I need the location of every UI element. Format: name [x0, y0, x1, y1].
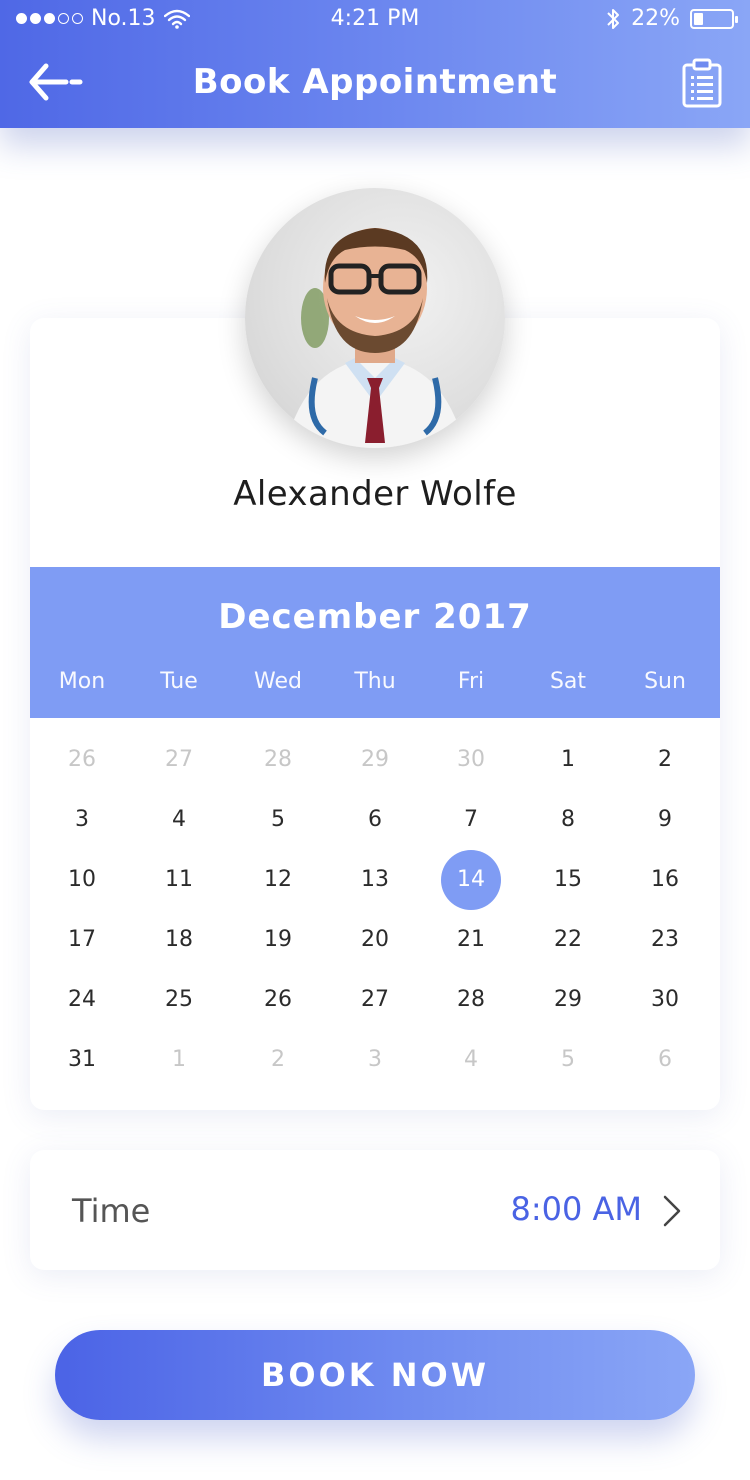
calendar-day[interactable]: 29 — [345, 730, 405, 790]
doctor-avatar — [245, 188, 505, 448]
doctor-photo-icon — [285, 228, 465, 448]
calendar-day[interactable]: 11 — [149, 850, 209, 910]
calendar-day[interactable]: 24 — [52, 970, 112, 1030]
weekday-label: Tue — [160, 669, 198, 694]
calendar-day[interactable]: 7 — [441, 790, 501, 850]
calendar-day[interactable]: 3 — [345, 1030, 405, 1090]
status-right: 22% — [605, 6, 738, 31]
time-selector[interactable]: Time 8:00 AM — [30, 1150, 720, 1270]
calendar-day[interactable]: 15 — [538, 850, 598, 910]
calendar-day[interactable]: 22 — [538, 910, 598, 970]
calendar-day[interactable]: 20 — [345, 910, 405, 970]
calendar-day[interactable]: 1 — [538, 730, 598, 790]
calendar-day[interactable]: 6 — [635, 1030, 695, 1090]
calendar-day[interactable]: 28 — [248, 730, 308, 790]
calendar-day[interactable]: 30 — [441, 730, 501, 790]
status-bar: No.13 4:21 PM 22% — [0, 0, 750, 40]
calendar-day[interactable]: 16 — [635, 850, 695, 910]
calendar-month[interactable]: December 2017 — [30, 597, 720, 637]
calendar-day[interactable]: 13 — [345, 850, 405, 910]
calendar-day[interactable]: 29 — [538, 970, 598, 1030]
app-header: No.13 4:21 PM 22% Book Appointment — [0, 0, 750, 128]
calendar-day[interactable]: 27 — [345, 970, 405, 1030]
calendar-header: December 2017 Mon Tue Wed Thu Fri Sat Sun — [30, 567, 720, 718]
weekday-label: Sat — [549, 669, 587, 694]
battery-percent: 22% — [631, 6, 680, 31]
calendar-day[interactable]: 3 — [52, 790, 112, 850]
calendar-day[interactable]: 5 — [538, 1030, 598, 1090]
calendar-day[interactable]: 26 — [248, 970, 308, 1030]
calendar-day[interactable]: 12 — [248, 850, 308, 910]
weekday-row: Mon Tue Wed Thu Fri Sat Sun — [30, 669, 720, 699]
calendar-day[interactable]: 23 — [635, 910, 695, 970]
appointments-list-button[interactable] — [682, 58, 722, 108]
calendar-day[interactable]: 2 — [635, 730, 695, 790]
weekday-label: Thu — [354, 669, 396, 694]
calendar-day[interactable]: 10 — [52, 850, 112, 910]
page-title: Book Appointment — [192, 62, 558, 102]
calendar-day[interactable]: 30 — [635, 970, 695, 1030]
weekday-label: Sun — [644, 669, 686, 694]
bluetooth-icon — [607, 8, 620, 29]
calendar-day[interactable]: 17 — [52, 910, 112, 970]
time-value: 8:00 AM — [510, 1190, 642, 1228]
calendar-day[interactable]: 26 — [52, 730, 112, 790]
calendar-day[interactable]: 31 — [52, 1030, 112, 1090]
selected-day[interactable]: 14 — [441, 850, 501, 910]
doctor-name: Alexander Wolfe — [233, 474, 517, 514]
weekday-label: Mon — [58, 669, 106, 694]
book-now-button[interactable]: BOOK NOW — [55, 1330, 695, 1420]
battery-icon — [690, 8, 738, 29]
time-label: Time — [72, 1192, 151, 1230]
calendar-day[interactable]: 4 — [441, 1030, 501, 1090]
calendar-day[interactable]: 2 — [248, 1030, 308, 1090]
calendar-day[interactable]: 21 — [441, 910, 501, 970]
calendar-day[interactable]: 6 — [345, 790, 405, 850]
chevron-right-icon — [663, 1195, 681, 1227]
calendar-day[interactable]: 9 — [635, 790, 695, 850]
calendar-day[interactable]: 5 — [248, 790, 308, 850]
weekday-label: Fri — [457, 669, 485, 694]
calendar-day[interactable]: 27 — [149, 730, 209, 790]
calendar-day[interactable]: 25 — [149, 970, 209, 1030]
calendar-day[interactable]: 4 — [149, 790, 209, 850]
calendar-day[interactable]: 28 — [441, 970, 501, 1030]
calendar-day[interactable]: 8 — [538, 790, 598, 850]
weekday-label: Wed — [254, 669, 302, 694]
clipboard-icon — [682, 58, 722, 108]
calendar-day[interactable]: 1 — [149, 1030, 209, 1090]
calendar-day[interactable]: 18 — [149, 910, 209, 970]
calendar-day[interactable]: 19 — [248, 910, 308, 970]
calendar-grid: 26 27 28 29 30 1 2 3 4 5 6 7 8 9 10 11 12 13 14 15 16 17 18 19 2… — [30, 718, 720, 1098]
